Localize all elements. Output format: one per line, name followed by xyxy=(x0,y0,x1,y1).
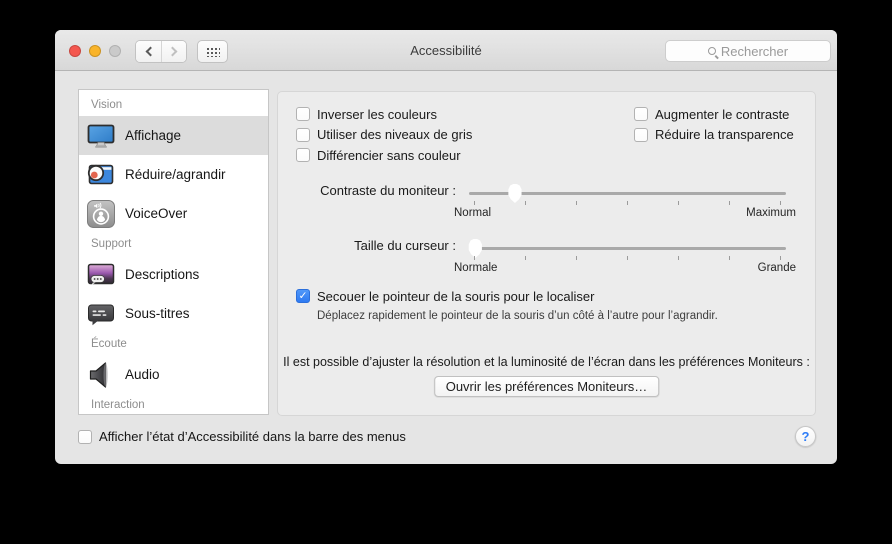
sidebar-item-reduire-agrandir[interactable]: Réduire/agrandir xyxy=(79,155,268,194)
shake-pointer-description: Déplacez rapidement le pointeur de la so… xyxy=(317,310,718,322)
menubar-status-label: Afficher l’état d’Accessibilité dans la … xyxy=(99,429,406,444)
checkbox-column-right: Augmenter le contraste Réduire la transp… xyxy=(634,104,794,145)
sidebar-section-interaction: Interaction xyxy=(91,399,145,411)
grayscale-checkbox[interactable] xyxy=(296,127,310,142)
sidebar-item-affichage[interactable]: Affichage xyxy=(79,116,268,155)
sidebar-item-label: Descriptions xyxy=(125,267,200,282)
shake-pointer-row[interactable]: Secouer le pointeur de la souris pour le… xyxy=(296,289,595,304)
zoom-icon xyxy=(86,160,116,190)
display-settings-pane: Inverser les couleurs Utiliser des nivea… xyxy=(277,91,816,416)
sidebar-item-label: VoiceOver xyxy=(125,206,188,221)
invert-colors-row[interactable]: Inverser les couleurs xyxy=(296,104,472,125)
voiceover-icon xyxy=(86,199,116,229)
audio-icon xyxy=(86,360,116,390)
cursor-slider-ticks xyxy=(474,256,781,260)
shake-pointer-checkbox[interactable] xyxy=(296,289,310,303)
invert-colors-label: Inverser les couleurs xyxy=(317,106,437,122)
contrast-slider[interactable] xyxy=(469,184,786,203)
increase-contrast-label: Augmenter le contraste xyxy=(655,106,790,122)
cursor-min-label: Normale xyxy=(454,262,498,274)
sidebar-section-ecoute: Écoute xyxy=(91,338,127,350)
differentiate-row[interactable]: Différencier sans couleur xyxy=(296,145,472,166)
title-bar[interactable]: Accessibilité Rechercher xyxy=(55,30,837,71)
sidebar-item-label: Audio xyxy=(125,367,160,382)
increase-contrast-checkbox[interactable] xyxy=(634,107,648,122)
display-icon xyxy=(86,121,116,151)
contrast-min-label: Normal xyxy=(454,207,492,219)
search-placeholder: Rechercher xyxy=(720,43,789,59)
contrast-slider-range-labels: Normal Maximum xyxy=(454,207,796,219)
checkbox-column-left: Inverser les couleurs Utiliser des nivea… xyxy=(296,104,472,166)
accessibility-preferences-window: Accessibilité Rechercher Vision Affichag… xyxy=(55,30,837,464)
cursor-slider-track[interactable] xyxy=(469,247,786,250)
monitors-note: Il est possible d’ajuster la résolution … xyxy=(283,355,810,369)
category-sidebar[interactable]: Vision Affichage Réduire/agrandir VoiceO… xyxy=(78,89,269,415)
increase-contrast-row[interactable]: Augmenter le contraste xyxy=(634,104,794,125)
sidebar-item-audio[interactable]: Audio xyxy=(79,355,268,394)
contrast-max-label: Maximum xyxy=(746,207,796,219)
subtitles-icon xyxy=(86,299,116,329)
search-field[interactable]: Rechercher xyxy=(665,40,831,62)
search-icon xyxy=(707,47,716,55)
sidebar-item-label: Sous-titres xyxy=(125,306,190,321)
sidebar-item-voiceover[interactable]: VoiceOver xyxy=(79,194,268,233)
screen-background: Accessibilité Rechercher Vision Affichag… xyxy=(0,0,892,544)
menubar-status-checkbox[interactable] xyxy=(78,429,92,444)
cursor-slider-range-labels: Normale Grande xyxy=(454,262,796,274)
grayscale-row[interactable]: Utiliser des niveaux de gris xyxy=(296,125,472,146)
invert-colors-checkbox[interactable] xyxy=(296,107,310,122)
contrast-slider-ticks xyxy=(474,201,781,205)
help-button[interactable]: ? xyxy=(795,426,816,447)
shake-pointer-label: Secouer le pointeur de la souris pour le… xyxy=(317,289,595,304)
differentiate-checkbox[interactable] xyxy=(296,148,310,163)
open-monitors-preferences-button[interactable]: Ouvrir les préférences Moniteurs… xyxy=(433,376,660,397)
descriptions-icon xyxy=(86,260,116,290)
sidebar-item-descriptions[interactable]: Descriptions xyxy=(79,255,268,294)
contrast-slider-label: Contraste du moniteur : xyxy=(320,183,456,198)
sidebar-item-label: Affichage xyxy=(125,128,182,143)
sidebar-section-support: Support xyxy=(91,238,132,250)
differentiate-label: Différencier sans couleur xyxy=(317,147,461,163)
cursor-slider[interactable] xyxy=(468,239,786,258)
sidebar-item-label: Réduire/agrandir xyxy=(125,167,226,182)
reduce-transparency-label: Réduire la transparence xyxy=(655,127,794,143)
grayscale-label: Utiliser des niveaux de gris xyxy=(317,127,473,143)
sidebar-section-vision: Vision xyxy=(91,99,123,111)
reduce-transparency-checkbox[interactable] xyxy=(634,127,648,142)
cursor-slider-label: Taille du curseur : xyxy=(354,238,456,253)
menubar-status-row[interactable]: Afficher l’état d’Accessibilité dans la … xyxy=(78,429,406,444)
reduce-transparency-row[interactable]: Réduire la transparence xyxy=(634,125,794,146)
cursor-max-label: Grande xyxy=(757,262,796,274)
sidebar-item-sous-titres[interactable]: Sous-titres xyxy=(79,294,268,333)
